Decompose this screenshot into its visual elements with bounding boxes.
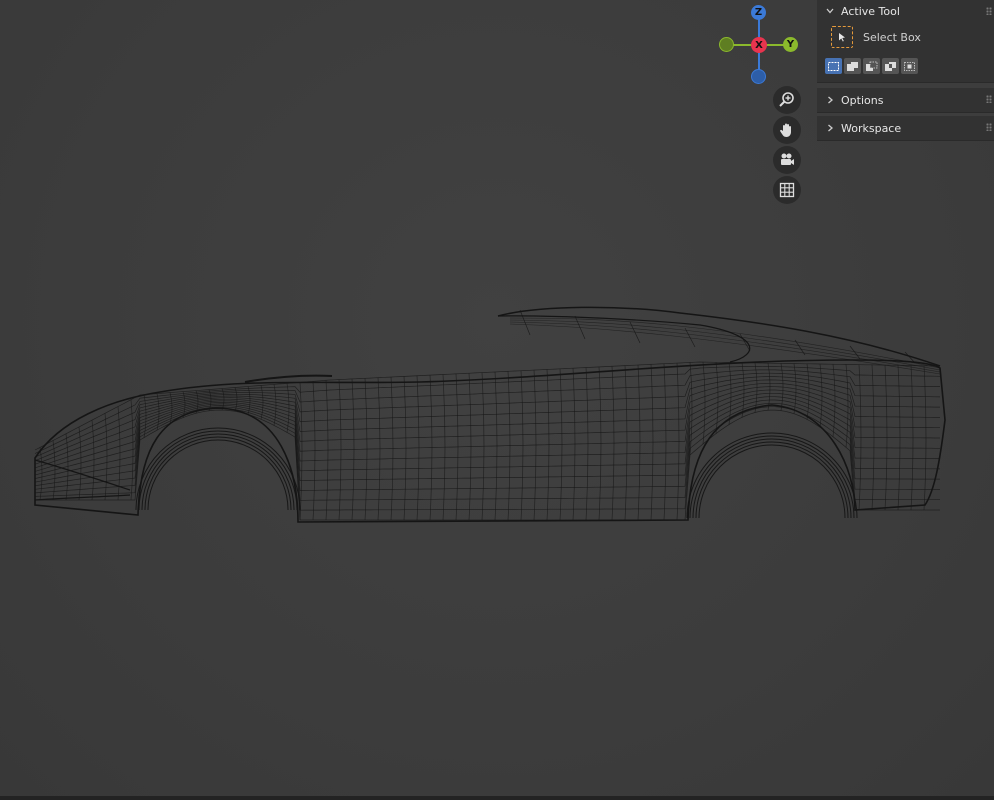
select-invert-icon [885,61,896,71]
navigation-gizmo[interactable]: Z Y X [716,2,804,90]
mode-invert-button[interactable] [882,58,899,74]
active-tool-row[interactable]: Select Box [817,22,994,52]
active-tool-name: Select Box [863,30,921,44]
pan-hand-icon [780,123,791,137]
mesh-edge [34,386,940,476]
options-header[interactable]: Options [817,88,994,112]
select-set-icon [828,61,839,71]
active-tool-title: Active Tool [841,4,900,18]
mesh-edge [34,459,131,491]
workspace-header[interactable]: Workspace [817,116,994,140]
gizmo-z-axis[interactable]: Z [751,5,766,20]
mesh-edge [739,333,751,352]
workspace-title: Workspace [841,121,902,135]
mesh-edge [698,444,846,519]
mesh-edge [34,399,940,491]
bottom-edge-bar [0,796,994,800]
mesh-edge [34,372,941,462]
mesh-edge [147,439,289,511]
mode-set-button[interactable] [825,58,842,74]
select-subtract-icon [866,61,878,71]
mesh-edge [692,438,852,519]
gizmo-neg-z-axis[interactable] [751,69,766,84]
mode-subtract-button[interactable] [863,58,880,74]
mesh-edge [138,430,298,511]
drag-handle[interactable] [986,123,992,131]
drag-handle[interactable] [986,7,992,15]
mesh-edge [35,409,940,521]
workspace-panel: Workspace [817,116,994,141]
projection-toggle-button[interactable] [773,176,801,204]
gizmo-x-axis[interactable]: X [751,37,767,53]
camera-view-button[interactable] [773,146,801,174]
sidebar-panel: Active Tool Select Box Options Workspace [817,0,994,141]
select-box-tool-icon [831,26,853,48]
grid-icon [779,182,795,198]
select-intersect-icon [904,61,915,71]
mode-intersect-button[interactable] [901,58,918,74]
gizmo-neg-y-axis[interactable] [719,37,734,52]
options-title: Options [841,93,884,107]
chevron-down-icon [826,8,834,14]
options-panel: Options [817,88,994,113]
select-extend-icon [847,61,858,71]
zoom-button[interactable] [773,86,801,114]
mesh-edge [695,441,849,519]
mesh-edge [689,435,855,519]
gizmo-y-axis[interactable]: Y [783,37,798,52]
active-tool-panel: Active Tool Select Box [817,0,994,83]
zoom-icon [779,92,794,107]
drag-handle[interactable] [986,95,992,103]
mesh-edge [144,436,292,511]
mesh-edge [141,433,295,511]
active-tool-header[interactable]: Active Tool [817,0,994,22]
camera-icon [781,153,794,165]
chevron-right-icon [828,124,833,132]
mode-extend-button[interactable] [844,58,861,74]
selection-mode-group [817,52,994,82]
chevron-right-icon [828,96,833,104]
pan-button[interactable] [773,116,801,144]
